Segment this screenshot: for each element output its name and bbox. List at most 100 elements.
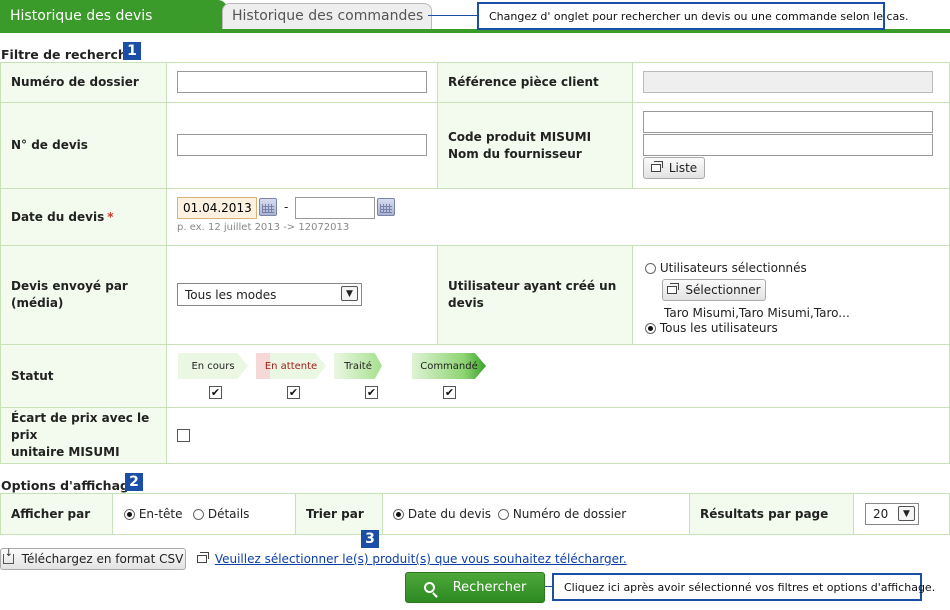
search-icon [423,582,435,593]
tab-quote-history-label: Historique des devis [10,8,153,24]
status-ordered-checkbox[interactable]: ✔ [443,386,456,399]
product-code-label-text: Code produit MISUMI Nom du fournisseur [448,129,591,163]
sort-file-radio[interactable] [498,509,509,520]
quote-date-label-text: Date du devis [11,209,105,224]
list-button[interactable]: Liste [643,157,705,179]
sort-by-label-text: Trier par [306,506,364,521]
status-processed-checkbox[interactable]: ✔ [365,386,378,399]
show-details-option[interactable]: Détails [193,507,249,521]
select-products-link[interactable]: Veuillez sélectionner le(s) produit(s) q… [215,552,627,566]
creator-selected-radio-row[interactable]: Utilisateurs sélectionnés [645,261,807,275]
status-in-progress-checkbox[interactable]: ✔ [209,386,222,399]
creator-selected-label: Utilisateurs sélectionnés [659,261,807,275]
select-products-link-row[interactable]: Veuillez sélectionner le(s) produit(s) q… [197,552,627,566]
footer-badge: 3 [361,530,379,548]
footer-badge-number: 3 [365,531,375,547]
chevron-down-icon: ▼ [341,286,358,301]
product-code-input[interactable] [643,111,933,133]
csv-download-label: Téléchargez en format CSV [21,552,184,566]
date-to-input[interactable] [295,197,375,219]
show-header-label: En-tête [138,507,183,521]
product-code-label-line2: Nom du fournisseur [448,146,582,161]
product-code-label-line1: Code produit MISUMI [448,129,592,144]
media-label: Devis envoyé par (média) [0,245,167,345]
popup-window-icon [650,161,663,172]
creator-all-radio-row[interactable]: Tous les utilisateurs [645,321,778,335]
search-button-label: Rechercher [452,580,527,595]
quote-number-label: N° de devis [0,102,167,189]
price-diff-label: Écart de prix avec le prix unitaire MISU… [0,407,167,464]
date-range-separator: - [284,200,289,214]
show-header-radio[interactable] [124,509,135,520]
tab-callout-text: Changez d' onglet pour rechercher un dev… [489,9,909,23]
select-users-button[interactable]: Sélectionner [662,279,766,301]
search-callout: Cliquez ici après avoir sélectionné vos … [552,573,935,601]
selected-users-text: Taro Misumi,Taro Misumi,Taro... [664,306,850,320]
sort-by-label: Trier par [295,493,383,535]
customer-ref-input[interactable] [643,71,933,93]
tab-callout: Changez d' onglet pour rechercher un dev… [477,2,908,30]
status-pending-checkbox[interactable]: ✔ [287,386,300,399]
sort-date-option[interactable]: Date du devis [393,507,491,521]
popup-window-icon [197,552,209,563]
display-section-title-text: Options d'affichage [1,478,138,493]
price-diff-cell [166,407,950,464]
status-processed-chip: Traité [334,353,382,379]
required-marker: * [107,209,114,224]
date-from-input[interactable] [177,197,257,219]
creator-all-radio[interactable] [645,323,656,334]
date-to-calendar-icon[interactable] [377,198,395,216]
per-page-select-value: 20 [873,507,889,521]
supplier-name-input[interactable] [643,134,933,156]
select-users-button-label: Sélectionner [685,283,761,297]
price-diff-checkbox[interactable] [177,429,190,442]
search-button[interactable]: Rechercher [405,572,545,603]
download-icon [2,548,14,564]
creator-label: Utilisateur ayant créé un devis [437,245,633,345]
product-code-label: Code produit MISUMI Nom du fournisseur [437,102,633,189]
status-in-progress-label: En cours [191,360,235,372]
show-by-label-text: Afficher par [11,506,91,521]
csv-download-button[interactable]: Téléchargez en format CSV [0,548,186,570]
status-pending-chip: En attente [256,353,326,379]
filter-section-title-text: Filtre de recherche [1,47,136,62]
file-number-label: Numéro de dossier [0,62,167,103]
sort-file-label: Numéro de dossier [512,507,627,521]
tab-callout-connector [428,15,478,16]
status-ordered-label: Commandé [420,360,478,372]
customer-ref-label: Référence pièce client [437,62,633,103]
tab-quote-history[interactable]: Historique des devis [0,0,220,30]
filter-badge: 1 [123,42,141,60]
file-number-input[interactable] [177,71,427,93]
show-header-option[interactable]: En-tête [124,507,183,521]
quote-date-label: Date du devis * [0,188,167,246]
price-diff-label-text: Écart de prix avec le prix unitaire MISU… [11,410,166,461]
sort-date-label: Date du devis [407,507,492,521]
status-ordered-chip: Commandé [412,353,486,379]
show-details-radio[interactable] [193,509,204,520]
sort-date-radio[interactable] [393,509,404,520]
search-callout-text: Cliquez ici après avoir sélectionné vos … [564,580,936,594]
tab-order-history-label: Historique des commandes [232,8,424,24]
tab-order-history[interactable]: Historique des commandes [222,3,432,29]
display-badge: 2 [125,473,143,491]
per-page-label-text: Résultats par page [700,506,829,521]
show-details-label: Détails [207,507,250,521]
date-format-hint: p. ex. 12 juillet 2013 -> 12072013 [177,222,350,233]
price-diff-label-line2: unitaire MISUMI [11,445,120,459]
customer-ref-label-text: Référence pièce client [448,75,599,89]
popup-window-icon [667,283,680,294]
sort-file-option[interactable]: Numéro de dossier [498,507,626,521]
creator-selected-radio[interactable] [645,263,656,274]
chevron-down-icon: ▼ [898,506,915,521]
creator-label-text: Utilisateur ayant créé un devis [448,279,617,310]
per-page-label: Résultats par page [689,493,854,535]
media-select[interactable]: Tous les modes ▼ [177,283,362,306]
quote-number-label-text: N° de devis [11,138,88,152]
filter-badge-number: 1 [127,43,137,59]
file-number-label-text: Numéro de dossier [11,75,139,89]
per-page-select[interactable]: 20 ▼ [865,503,919,525]
creator-all-label: Tous les utilisateurs [659,321,778,335]
quote-number-input[interactable] [177,134,427,156]
date-from-calendar-icon[interactable] [259,198,277,216]
